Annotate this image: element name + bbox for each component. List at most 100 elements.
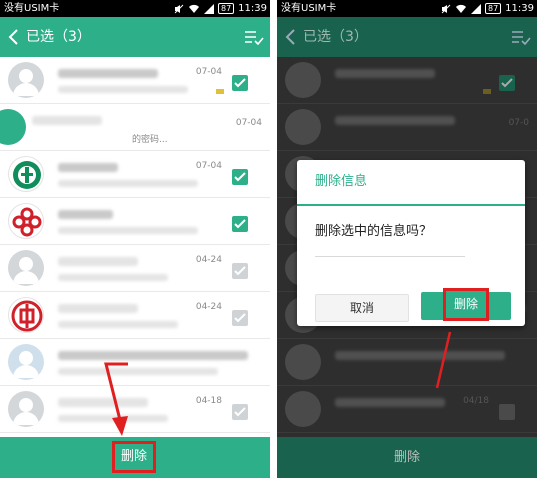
sim-tag-icon: [483, 89, 491, 94]
mute-icon: [174, 4, 184, 13]
message-date: 07-04: [235, 118, 262, 128]
sender-name: [58, 163, 118, 172]
back-arrow-icon[interactable]: [284, 28, 298, 46]
status-icons: 87 11:39: [174, 0, 267, 17]
message-preview: [58, 274, 168, 281]
dialog-separator: [315, 256, 465, 257]
app-bar: 已选（3）: [277, 17, 537, 57]
sender-name: [335, 351, 505, 360]
message-preview: [58, 415, 168, 422]
sender-name: [335, 116, 455, 125]
contact-avatar: [8, 250, 44, 286]
list-item[interactable]: 07-04 的密码...: [0, 104, 270, 151]
cancel-button[interactable]: 取消: [315, 294, 409, 322]
list-item: [277, 57, 537, 104]
dialog-message: 删除选中的信息吗？: [315, 224, 433, 239]
message-date: 04-24: [195, 255, 222, 265]
contact-avatar: [285, 391, 321, 427]
message-date: 07-0: [508, 118, 529, 128]
list-item[interactable]: 04-24: [0, 292, 270, 339]
contact-avatar: [285, 109, 321, 145]
message-preview-text: 的密码...: [132, 135, 168, 145]
contact-avatar: [8, 391, 44, 427]
page-title: 已选（3）: [303, 29, 368, 45]
delete-button: 删除: [393, 450, 420, 465]
wifi-icon: [455, 4, 466, 13]
carrier-label: 没有USIM卡: [4, 3, 60, 14]
list-item: 04/18: [277, 386, 537, 433]
row-checkbox[interactable]: [232, 404, 248, 420]
sender-name: [58, 69, 158, 78]
sender-name: [58, 351, 248, 360]
contact-avatar: [8, 62, 44, 98]
clock: 11:39: [505, 3, 534, 14]
signal-icon: [203, 3, 214, 14]
message-date: 04/18: [463, 396, 489, 406]
list-item[interactable]: [0, 339, 270, 386]
status-bar: 没有USIM卡 87 11:39: [277, 0, 537, 17]
row-checkbox: [499, 75, 515, 91]
sim-tag-icon: [216, 89, 224, 94]
bottom-action-bar: 删除: [277, 437, 537, 478]
contact-avatar: [8, 344, 44, 380]
sender-name: [58, 257, 138, 266]
clock: 11:39: [238, 3, 267, 14]
contact-avatar: [285, 62, 321, 98]
list-item[interactable]: 04-24: [0, 245, 270, 292]
carrier-label: 没有USIM卡: [281, 3, 337, 14]
message-date: 07-04: [195, 161, 222, 171]
dialog-title: 删除信息: [315, 174, 368, 189]
status-bar: 没有USIM卡 87 11:39: [0, 0, 270, 17]
delete-button[interactable]: 删除: [112, 441, 156, 473]
sender-name: [32, 116, 102, 125]
bank-logo-icon: [8, 297, 44, 333]
back-arrow-icon[interactable]: [7, 28, 21, 46]
message-preview: [58, 86, 188, 93]
list-item[interactable]: 07-04: [0, 57, 270, 104]
confirm-delete-button[interactable]: 删除: [443, 288, 489, 321]
battery-indicator: 87: [217, 3, 235, 14]
message-preview: [58, 180, 198, 187]
bank-logo-icon: [8, 156, 44, 192]
message-preview: [58, 368, 218, 375]
select-all-icon[interactable]: [511, 29, 531, 45]
message-preview: [58, 321, 178, 328]
select-all-icon[interactable]: [244, 29, 264, 45]
sender-name: [58, 210, 113, 219]
page-title: 已选（3）: [26, 29, 91, 45]
row-checkbox: [499, 404, 515, 420]
right-phone-screen: 没有USIM卡 87 11:39 已选（3） 07-0 04/18 删除 删除信…: [277, 0, 537, 478]
signal-icon: [470, 3, 481, 14]
battery-indicator: 87: [484, 3, 502, 14]
bottom-action-bar: 删除: [0, 437, 270, 478]
row-checkbox[interactable]: [232, 310, 248, 326]
contact-avatar: [285, 344, 321, 380]
status-icons: 87 11:39: [441, 0, 534, 17]
wifi-icon: [188, 4, 199, 13]
row-checkbox[interactable]: [232, 216, 248, 232]
list-item: [277, 339, 537, 386]
message-date: 07-04: [195, 67, 222, 77]
sender-name: [58, 304, 138, 313]
mute-icon: [441, 4, 451, 13]
app-bar: 已选（3）: [0, 17, 270, 57]
unicom-logo-icon: [8, 203, 44, 239]
dialog-divider: [297, 204, 525, 206]
delete-confirm-dialog: 删除信息 删除选中的信息吗？ 取消 删除: [297, 160, 525, 326]
contact-avatar: [0, 109, 26, 145]
message-date: 04-24: [195, 302, 222, 312]
sender-name: [335, 398, 445, 407]
message-preview: [58, 227, 198, 234]
row-checkbox[interactable]: [232, 169, 248, 185]
list-item[interactable]: 07-04: [0, 151, 270, 198]
row-checkbox[interactable]: [232, 75, 248, 91]
left-phone-screen: 没有USIM卡 87 11:39 已选（3） 07-04 07-04 的密码..…: [0, 0, 270, 478]
message-list: 07-04 07-04 的密码... 07-04 04-24 04-24 04-…: [0, 57, 270, 437]
list-item[interactable]: 04-18: [0, 386, 270, 433]
sender-name: [335, 69, 435, 78]
sender-name: [58, 398, 148, 407]
row-checkbox[interactable]: [232, 263, 248, 279]
message-date: 04-18: [195, 396, 222, 406]
list-item[interactable]: [0, 198, 270, 245]
list-item: 07-0: [277, 104, 537, 151]
